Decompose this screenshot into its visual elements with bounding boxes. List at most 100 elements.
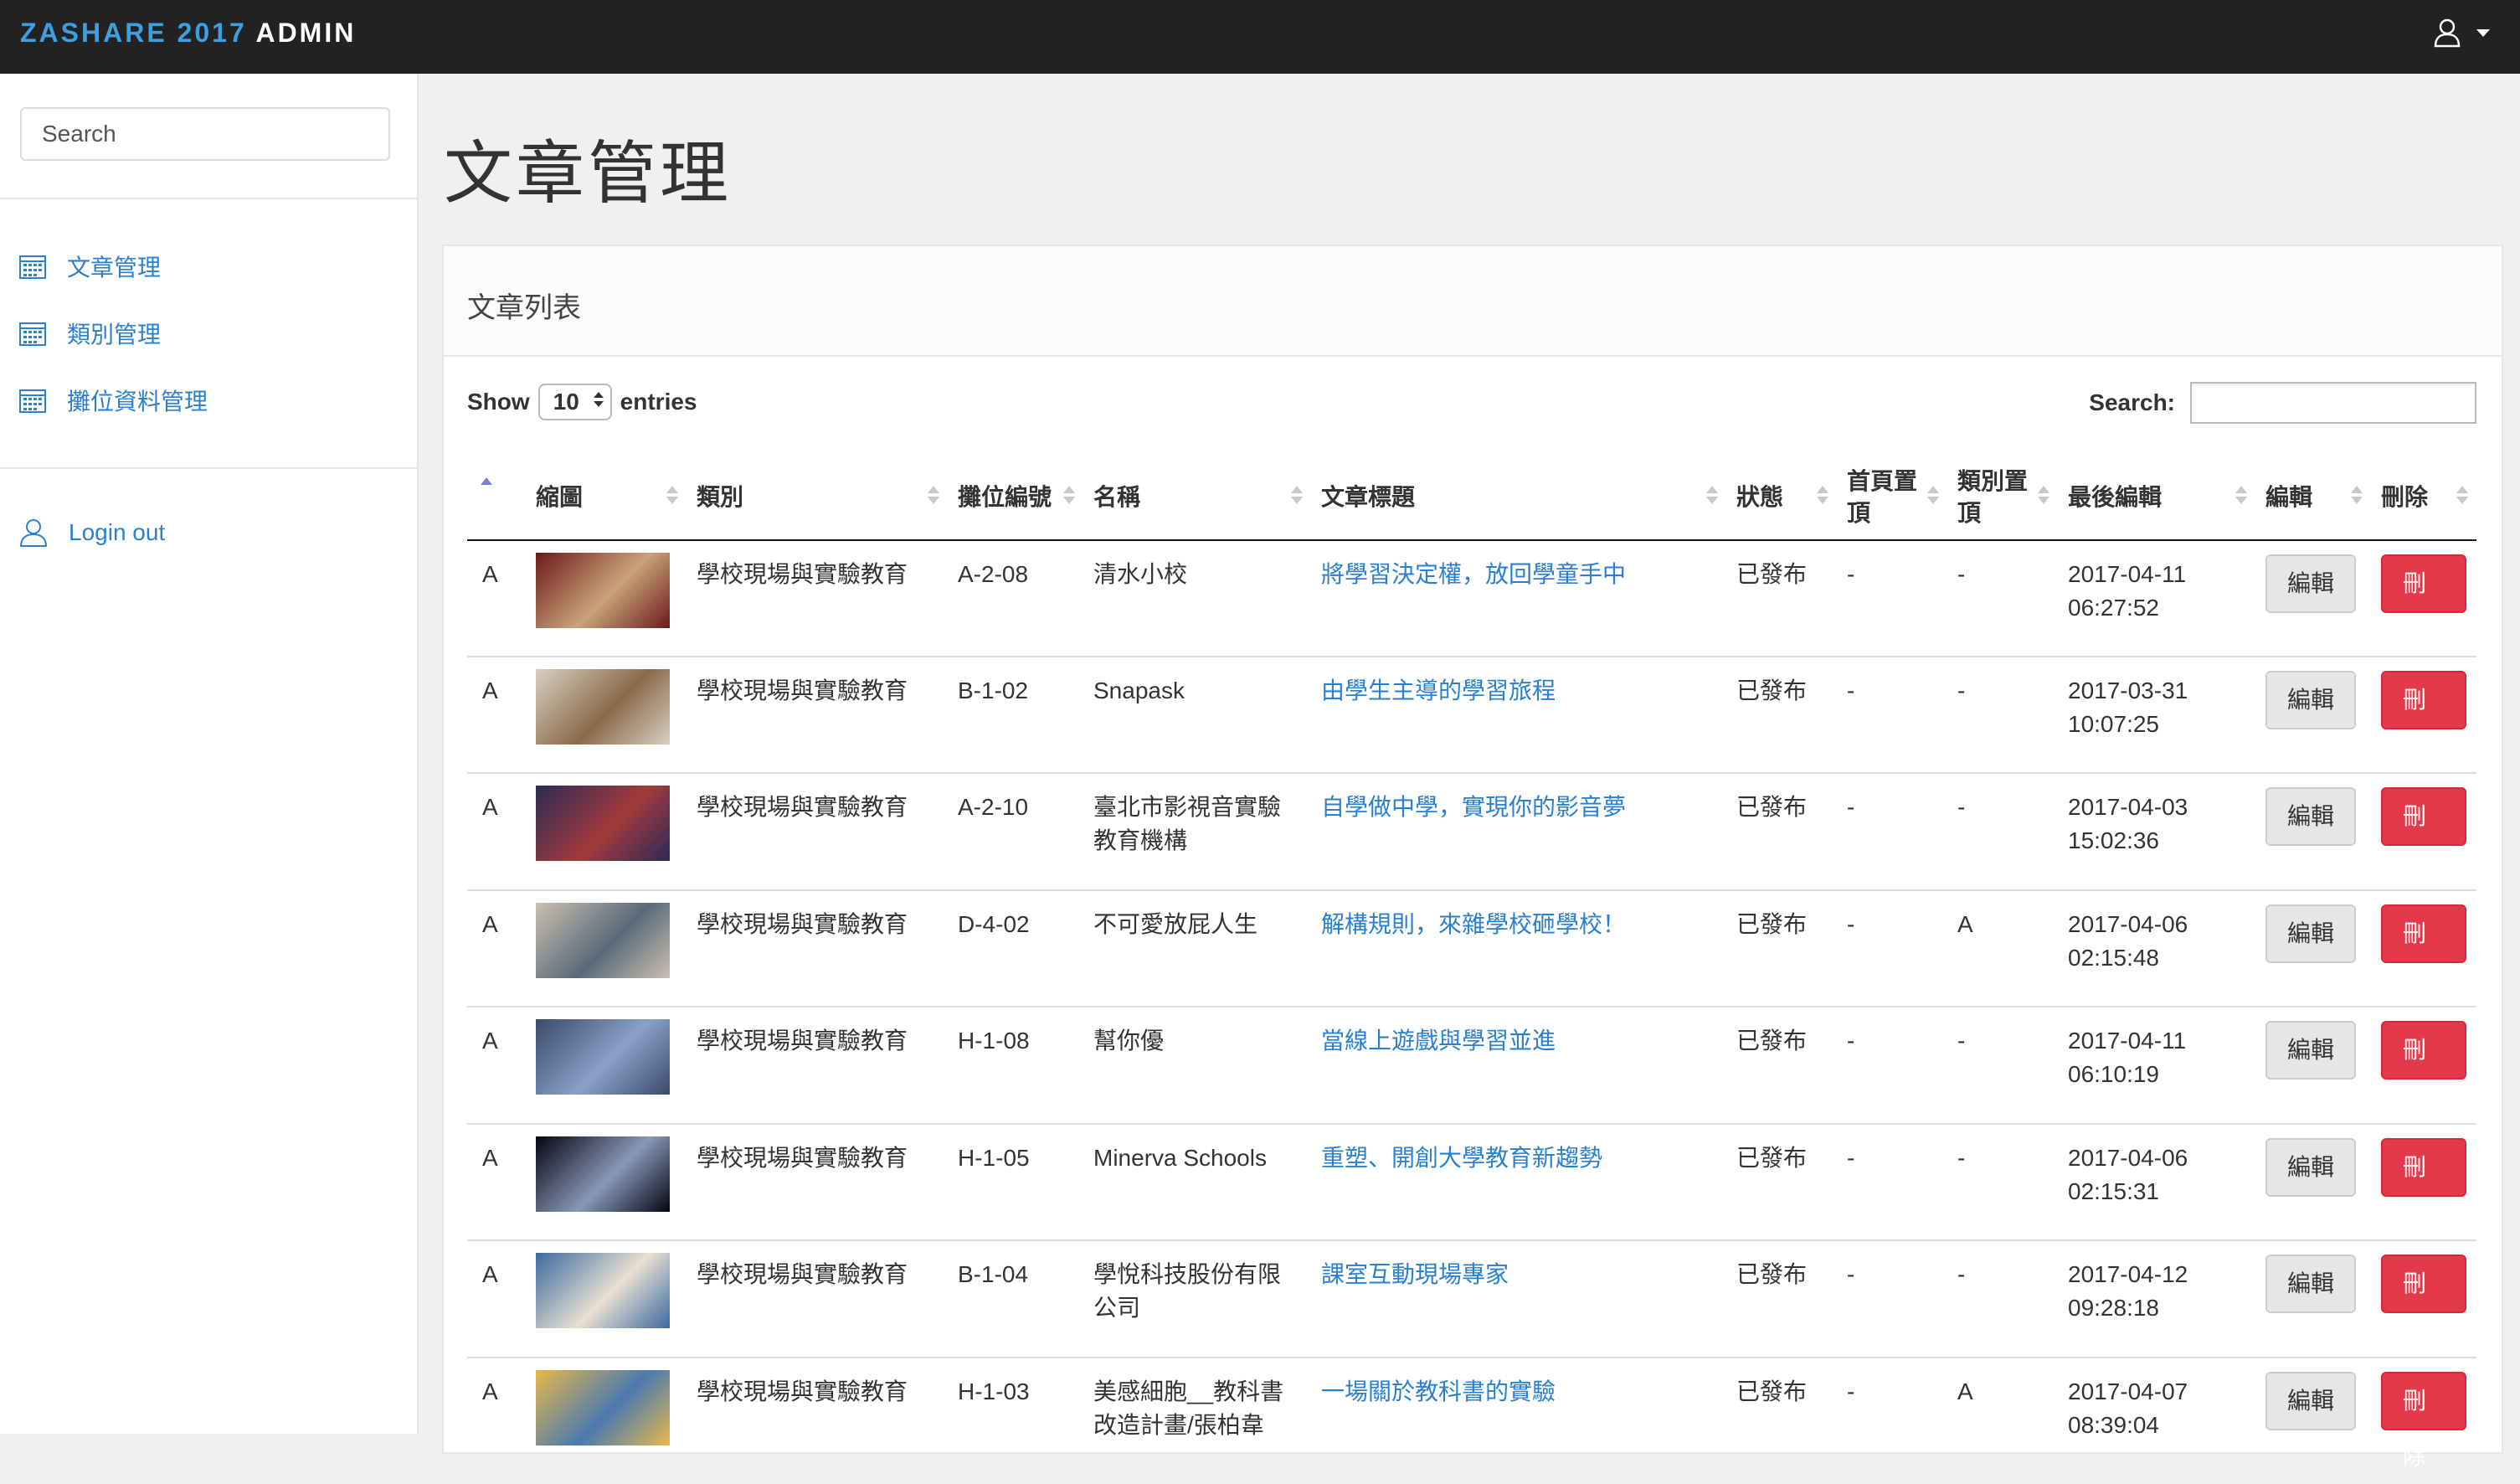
col-header-name[interactable]: 名稱 bbox=[1083, 456, 1311, 541]
booth-cell-text: H-1-05 bbox=[958, 1145, 1030, 1171]
category-cell: 學校現場與實驗教育 bbox=[687, 772, 948, 890]
edit-cell: 編輯 bbox=[2255, 656, 2371, 773]
home-top-cell-text: - bbox=[1847, 678, 1855, 703]
row-mark: A bbox=[467, 889, 526, 1007]
edit-button[interactable]: 編輯 bbox=[2265, 1372, 2357, 1430]
sidebar-divider bbox=[0, 198, 417, 199]
col-header-status[interactable]: 狀態 bbox=[1726, 456, 1837, 541]
article-title-link[interactable]: 一場關於教科書的實驗 bbox=[1321, 1378, 1556, 1404]
user-menu-toggle[interactable] bbox=[2433, 15, 2490, 50]
thumbnail-cell bbox=[526, 1357, 687, 1475]
col-header-order[interactable] bbox=[467, 456, 526, 541]
sort-icon bbox=[1063, 486, 1075, 504]
thumbnail-cell bbox=[526, 1239, 687, 1358]
row-mark-text: A bbox=[482, 911, 498, 937]
delete-button[interactable]: 刪除 bbox=[2381, 1372, 2466, 1469]
sidebar-search-input[interactable] bbox=[20, 107, 390, 161]
home-top-cell: - bbox=[1837, 656, 1947, 773]
row-mark-text: A bbox=[482, 1028, 498, 1054]
panel-title: 文章列表 bbox=[467, 292, 581, 324]
edit-button[interactable]: 編輯 bbox=[2265, 554, 2357, 613]
delete-button[interactable]: 刪除 bbox=[2381, 787, 2466, 884]
article-title-link[interactable]: 自學做中學，實現你的影音夢 bbox=[1321, 794, 1626, 820]
page-length-select[interactable]: 10 bbox=[537, 384, 612, 420]
edit-button[interactable]: 編輯 bbox=[2265, 671, 2357, 729]
home-top-cell: - bbox=[1837, 1006, 1947, 1124]
edit-cell: 編輯 bbox=[2255, 539, 2371, 657]
name-cell-text: 幫你優 bbox=[1093, 1028, 1165, 1054]
last-edited-cell: 2017-04-11 06:10:19 bbox=[2058, 1006, 2255, 1124]
delete-button[interactable]: 刪除 bbox=[2381, 1138, 2466, 1235]
edit-cell: 編輯 bbox=[2255, 1239, 2371, 1358]
page-title: 文章管理 bbox=[444, 136, 733, 212]
row-mark-text: A bbox=[482, 1145, 498, 1171]
col-header-last-edited[interactable]: 最後編輯 bbox=[2058, 456, 2255, 541]
status-cell: 已發布 bbox=[1726, 1239, 1837, 1358]
table-row: A 學校現場與實驗教育 H-1-03 美感細胞__教科書改造計畫/張柏韋 一場關於教科書… bbox=[467, 1357, 2476, 1475]
article-title-link[interactable]: 課室互動現場專家 bbox=[1321, 1261, 1509, 1287]
col-header-home-top[interactable]: 首頁置頂 bbox=[1837, 456, 1947, 541]
edit-button[interactable]: 編輯 bbox=[2265, 1255, 2357, 1313]
delete-button[interactable]: 刪除 bbox=[2381, 671, 2466, 768]
delete-button[interactable]: 刪除 bbox=[2381, 904, 2466, 1002]
article-thumbnail bbox=[536, 786, 670, 861]
category-cell: 學校現場與實驗教育 bbox=[687, 539, 948, 657]
name-cell: Minerva Schools bbox=[1083, 1123, 1311, 1240]
article-thumbnail bbox=[536, 1019, 670, 1095]
article-title-link[interactable]: 重塑、開創大學教育新趨勢 bbox=[1321, 1145, 1602, 1171]
delete-button[interactable]: 刪除 bbox=[2381, 554, 2466, 652]
user-icon bbox=[19, 519, 48, 547]
edit-button[interactable]: 編輯 bbox=[2265, 1021, 2357, 1080]
article-thumbnail bbox=[536, 1253, 670, 1328]
brand-logo[interactable]: ZASHARE 2017 ADMIN bbox=[20, 0, 356, 74]
sidebar-item-booths[interactable]: 攤位資料管理 bbox=[18, 384, 208, 417]
edit-cell: 編輯 bbox=[2255, 1357, 2371, 1475]
category-top-cell: - bbox=[1947, 1239, 2058, 1358]
col-header-thumbnail[interactable]: 縮圖 bbox=[526, 456, 687, 541]
article-title-link[interactable]: 解構規則，來雜學校砸學校！ bbox=[1321, 911, 1626, 937]
article-title-link[interactable]: 當線上遊戲與學習並進 bbox=[1321, 1028, 1556, 1054]
logout-link[interactable]: Login out bbox=[18, 518, 165, 548]
article-title-link[interactable]: 由學生主導的學習旅程 bbox=[1321, 678, 1556, 703]
sidebar-item-articles[interactable]: 文章管理 bbox=[18, 250, 161, 283]
edit-button[interactable]: 編輯 bbox=[2265, 787, 2357, 846]
edit-time: 09:28:18 bbox=[2068, 1295, 2159, 1321]
row-mark: A bbox=[467, 656, 526, 773]
home-top-cell-text: - bbox=[1847, 561, 1855, 587]
row-mark-text: A bbox=[482, 794, 498, 820]
sidebar-item-label: 類別管理 bbox=[67, 322, 162, 348]
col-header-booth[interactable]: 攤位編號 bbox=[948, 456, 1083, 541]
category-cell-text: 學校現場與實驗教育 bbox=[697, 678, 908, 703]
category-top-cell-text: - bbox=[1957, 1028, 1966, 1054]
page-length-control: Show 10 entries bbox=[467, 384, 697, 420]
name-cell: 臺北市影視音實驗教育機構 bbox=[1083, 772, 1311, 890]
booth-cell-text: D-4-02 bbox=[958, 911, 1030, 937]
article-title-link[interactable]: 將學習決定權，放回學童手中 bbox=[1321, 561, 1626, 587]
name-cell: 學悅科技股份有限公司 bbox=[1083, 1239, 1311, 1358]
col-header-delete[interactable]: 刪除 bbox=[2371, 456, 2476, 541]
table-search-input[interactable] bbox=[2190, 382, 2476, 424]
article-title-link: 重塑、開創大學教育新趨勢 bbox=[1311, 1123, 1726, 1240]
edit-date: 2017-04-07 bbox=[2068, 1378, 2188, 1404]
category-top-cell: - bbox=[1947, 1123, 2058, 1240]
delete-button[interactable]: 刪除 bbox=[2381, 1021, 2466, 1118]
col-header-category-top[interactable]: 類別置頂 bbox=[1947, 456, 2058, 541]
status-cell-text: 已發布 bbox=[1736, 678, 1808, 703]
home-top-cell: - bbox=[1837, 889, 1947, 1007]
name-cell-text: Snapask bbox=[1093, 678, 1185, 703]
delete-button[interactable]: 刪除 bbox=[2381, 1255, 2466, 1352]
sidebar-item-categories[interactable]: 類別管理 bbox=[18, 317, 161, 350]
col-header-category[interactable]: 類別 bbox=[687, 456, 948, 541]
name-cell: 幫你優 bbox=[1083, 1006, 1311, 1124]
col-header-edit[interactable]: 編輯 bbox=[2255, 456, 2371, 541]
category-cell: 學校現場與實驗教育 bbox=[687, 1239, 948, 1358]
delete-cell: 刪除 bbox=[2371, 772, 2476, 890]
col-header-title[interactable]: 文章標題 bbox=[1311, 456, 1726, 541]
edit-button[interactable]: 編輯 bbox=[2265, 1138, 2357, 1197]
booth-cell: A-2-08 bbox=[948, 539, 1083, 657]
category-top-cell-text: - bbox=[1957, 561, 1966, 587]
name-cell-text: 臺北市影視音實驗教育機構 bbox=[1093, 794, 1282, 853]
category-top-cell-text: A bbox=[1957, 1378, 1973, 1404]
edit-cell: 編輯 bbox=[2255, 1006, 2371, 1124]
edit-button[interactable]: 編輯 bbox=[2265, 904, 2357, 963]
